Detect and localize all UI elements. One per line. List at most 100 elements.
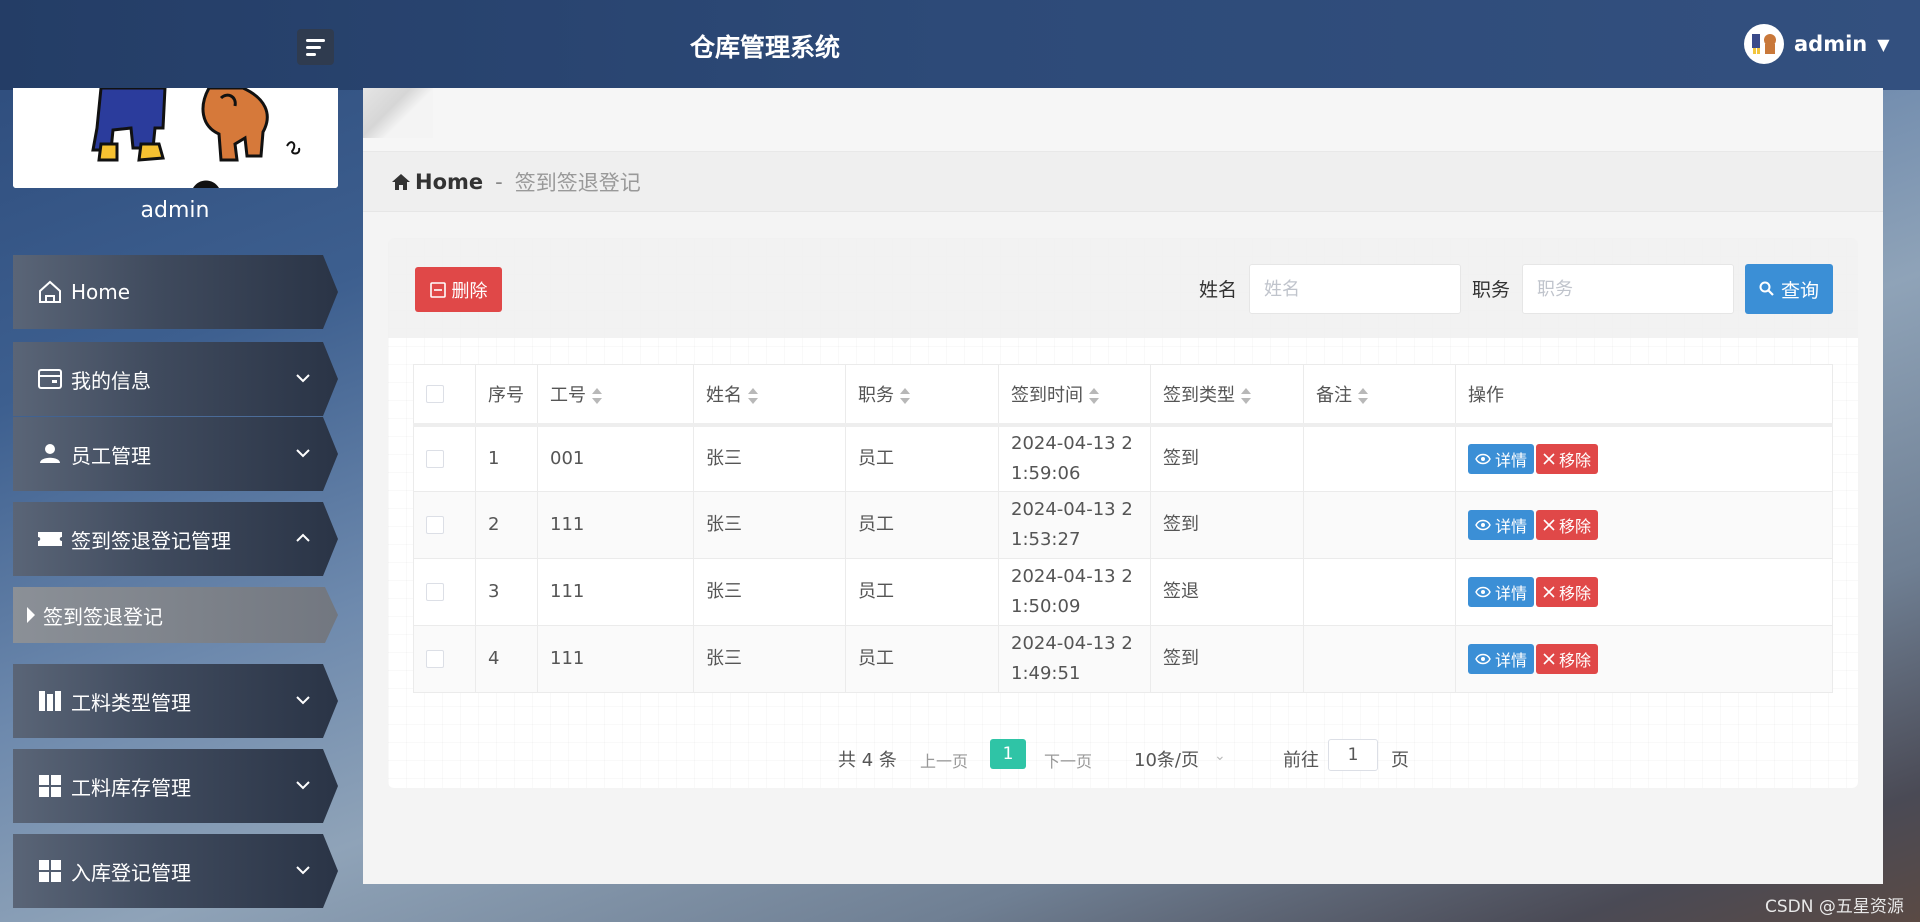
- row-checkbox[interactable]: [426, 449, 444, 468]
- remove-button[interactable]: 移除: [1536, 443, 1599, 474]
- breadcrumb: Home - 签到签退登记: [363, 152, 1883, 212]
- sidebar-item-home[interactable]: Home: [13, 255, 338, 329]
- time-line: 1:59:06: [1011, 462, 1081, 484]
- search-icon: [1759, 281, 1774, 296]
- column-header[interactable]: 签到时间: [998, 364, 1151, 427]
- row-checkbox[interactable]: [426, 516, 444, 534]
- sidebar-item-label: 入库登记管理: [71, 860, 191, 885]
- sidebar-item-staff[interactable]: 员工管理: [13, 417, 338, 491]
- table-row: 1 001 张三 员工 2024-04-13 2 1:59:06 签到 详情 移除: [413, 424, 1833, 492]
- column-header-label: 备注: [1316, 384, 1352, 406]
- cell-role: 员工: [845, 424, 999, 492]
- cell-role: 员工: [845, 491, 999, 559]
- sort-icon[interactable]: [592, 387, 602, 404]
- column-header[interactable]: 职务: [845, 364, 999, 427]
- eye-icon: [1475, 519, 1491, 531]
- sort-icon[interactable]: [1089, 387, 1099, 404]
- row-checkbox[interactable]: [426, 583, 444, 601]
- page-size-select[interactable]: 10条/页: [1134, 746, 1199, 772]
- user-avatar[interactable]: [1744, 24, 1784, 64]
- cell-index: 2: [475, 491, 538, 559]
- time-line: 1:49:51: [1011, 663, 1081, 684]
- sidebar-avatar: [13, 88, 338, 188]
- name-label: 姓名: [1199, 279, 1238, 301]
- cell-time: 2024-04-13 2 1:59:06: [998, 424, 1151, 492]
- detail-button[interactable]: 详情: [1468, 644, 1535, 674]
- remove-button[interactable]: 移除: [1536, 644, 1599, 674]
- user-name[interactable]: admin: [1794, 32, 1867, 56]
- sort-icon[interactable]: [1241, 387, 1251, 404]
- delete-button[interactable]: 删除: [415, 267, 502, 312]
- cell-time: 2024-04-13 2 1:49:51: [998, 625, 1151, 693]
- detail-button-label: 详情: [1495, 651, 1528, 670]
- sidebar-item-material-stock[interactable]: 工料库存管理: [13, 749, 338, 823]
- select-all-checkbox[interactable]: [426, 385, 444, 404]
- remove-button-label: 移除: [1559, 651, 1592, 670]
- row-select-cell: [413, 558, 476, 626]
- cell-role: 员工: [845, 625, 999, 693]
- column-header[interactable]: 工号: [537, 364, 694, 427]
- row-select-cell: [413, 625, 476, 693]
- menu-toggle-icon[interactable]: [297, 29, 334, 65]
- sidebar: admin Home 我的信息 员工管理 签到签退登记管理 签到签退登记 工料类…: [0, 88, 362, 922]
- role-input[interactable]: [1522, 264, 1734, 314]
- watermark: CSDN @五星资源: [1765, 897, 1904, 917]
- cell-name: 张三: [693, 424, 846, 492]
- top-bar: 仓库管理系统 admin ▼: [0, 0, 1920, 90]
- detail-button[interactable]: 详情: [1468, 510, 1535, 540]
- sidebar-username: admin: [140, 198, 210, 223]
- cell-name: 张三: [693, 558, 846, 626]
- column-header[interactable]: 签到类型: [1150, 364, 1304, 427]
- cell-type: 签到: [1150, 491, 1304, 559]
- sidebar-item-material-type[interactable]: 工料类型管理: [13, 664, 338, 738]
- search-button[interactable]: 查询: [1745, 264, 1833, 314]
- row-checkbox[interactable]: [426, 650, 444, 668]
- chevron-down-icon[interactable]: ⌄: [1214, 748, 1226, 764]
- active-marker-icon: [27, 607, 35, 623]
- column-header-label: 姓名: [706, 384, 742, 406]
- goto-page-input[interactable]: [1328, 739, 1378, 771]
- cell-index: 4: [475, 625, 538, 693]
- breadcrumb-home-label[interactable]: Home: [415, 170, 483, 194]
- role-label: 职务: [1472, 279, 1511, 301]
- sort-icon[interactable]: [1358, 387, 1368, 404]
- sidebar-item-my-info[interactable]: 我的信息: [13, 342, 338, 416]
- remove-button-label: 移除: [1559, 517, 1592, 536]
- name-input[interactable]: [1249, 264, 1461, 314]
- pagination-total: 共 4 条: [838, 750, 897, 771]
- book-icon: [37, 688, 63, 714]
- sort-icon[interactable]: [900, 387, 910, 404]
- time-line: 2024-04-13 2: [1011, 432, 1133, 454]
- sidebar-item-inbound[interactable]: 入库登记管理: [13, 834, 338, 908]
- sort-icon[interactable]: [748, 387, 758, 404]
- ticket-icon: [37, 526, 63, 552]
- column-header-label: 工号: [550, 384, 586, 406]
- page-number-button[interactable]: 1: [990, 739, 1026, 769]
- user-menu[interactable]: admin ▼: [1744, 24, 1890, 64]
- search-button-label: 查询: [1780, 279, 1819, 302]
- detail-button[interactable]: 详情: [1468, 443, 1535, 474]
- sidebar-subitem-checkin-record[interactable]: 签到签退登记: [13, 587, 338, 643]
- breadcrumb-home[interactable]: Home: [391, 170, 483, 194]
- caret-down-icon[interactable]: ▼: [1877, 35, 1889, 54]
- next-page-button[interactable]: 下一页: [1044, 748, 1092, 772]
- remove-button[interactable]: 移除: [1536, 577, 1599, 607]
- grid-icon: [37, 858, 63, 884]
- detail-button[interactable]: 详情: [1468, 577, 1535, 607]
- column-header[interactable]: 备注: [1303, 364, 1456, 427]
- remove-button[interactable]: 移除: [1536, 510, 1599, 540]
- cell-actions: 详情 移除: [1455, 491, 1833, 559]
- sidebar-item-checkin-management[interactable]: 签到签退登记管理: [13, 502, 338, 576]
- cell-note: [1303, 491, 1456, 559]
- column-header[interactable]: 姓名: [693, 364, 846, 427]
- cell-emp-id: 111: [537, 625, 694, 693]
- sidebar-item-label: 签到签退登记管理: [71, 528, 231, 553]
- sidebar-item-label: 工料库存管理: [71, 775, 191, 800]
- close-icon: [1543, 453, 1555, 465]
- prev-page-button[interactable]: 上一页: [920, 748, 968, 772]
- time-line: 2024-04-13 2: [1011, 633, 1133, 654]
- cell-note: [1303, 424, 1456, 492]
- cell-emp-id: 111: [537, 491, 694, 559]
- grid-icon: [37, 773, 63, 799]
- sidebar-subitem-label: 签到签退登记: [43, 604, 163, 629]
